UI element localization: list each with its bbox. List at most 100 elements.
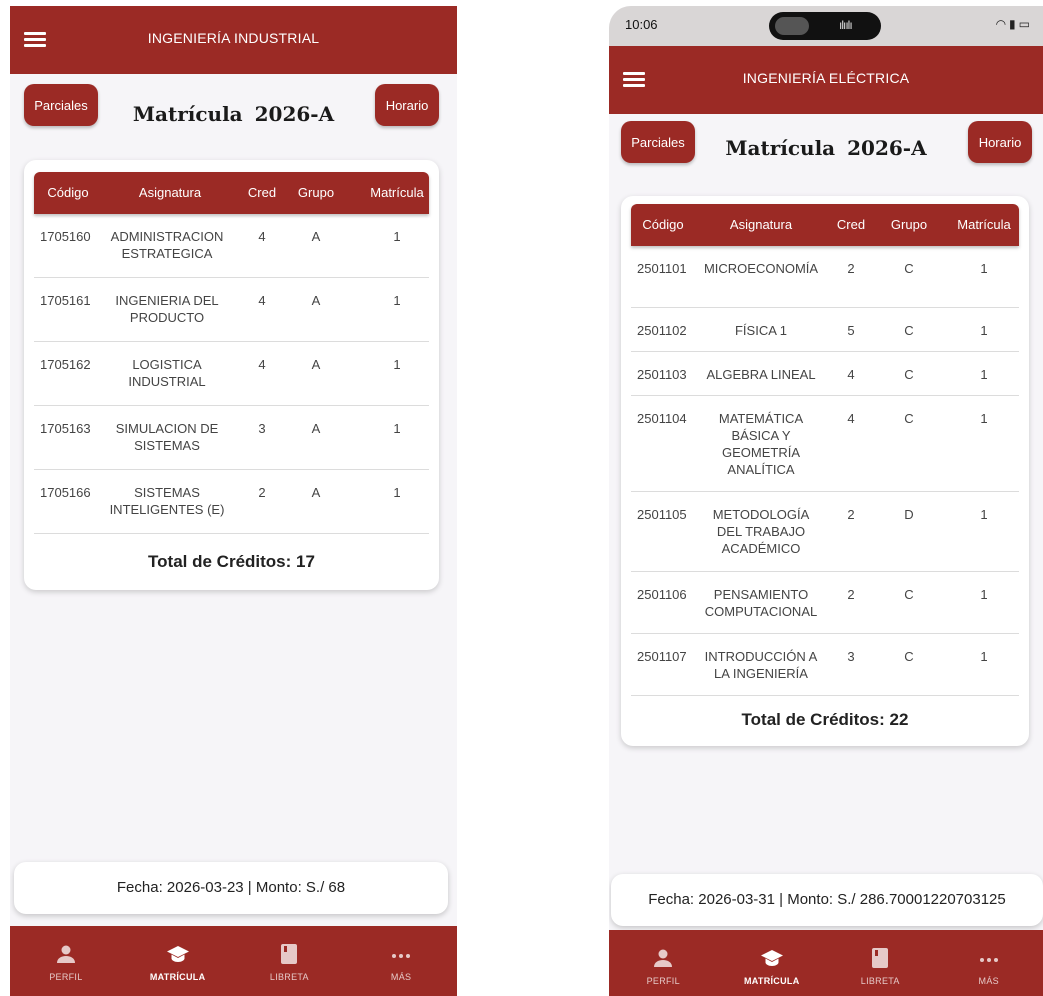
table-row: 2501104 MATEMÁTICA BÁSICA Y GEOMETRÍA AN… <box>631 396 1019 492</box>
table-row: 1705163 SIMULACION DE SISTEMAS 3 A 1 <box>34 406 429 470</box>
status-time: 10:06 <box>625 17 658 32</box>
graduation-cap-icon <box>760 950 783 966</box>
cell-matricula: 1 <box>980 367 988 382</box>
cell-codigo: 2501107 <box>637 649 687 664</box>
book-icon <box>872 948 889 968</box>
phone-screen-industrial: INGENIERÍA INDUSTRIAL Parciales Matrícul… <box>10 6 457 996</box>
cell-cred: 3 <box>258 421 266 436</box>
column-header-asignatura: Asignatura <box>138 185 202 200</box>
table-row: 1705166 SISTEMAS INTELIGENTES (E) 2 A 1 <box>34 470 429 534</box>
battery-icon: ▭ <box>1018 17 1033 31</box>
cell-grupo: D <box>904 507 914 522</box>
page-title-label: Matrícula <box>725 136 836 160</box>
app-bar-title: INGENIERÍA INDUSTRIAL <box>147 30 320 46</box>
cell-matricula: 1 <box>980 261 988 276</box>
nav-label: MATRÍCULA <box>149 972 206 982</box>
cell-asignatura: MICROECONOMÍA <box>703 261 819 276</box>
cell-codigo: 1705163 <box>40 421 91 436</box>
status-bar: 10:06 ılıılı ◠▮▭ <box>609 6 1043 46</box>
cell-grupo: C <box>904 367 914 382</box>
nav-item-libreta[interactable]: LIBRETA <box>826 930 935 996</box>
cell-cred: 3 <box>847 649 855 664</box>
audio-wave-icon: ılıılı <box>839 18 853 32</box>
nav-item-libreta[interactable]: LIBRETA <box>234 926 346 996</box>
cell-cred: 5 <box>847 323 855 338</box>
column-header-codigo: Código <box>642 217 684 232</box>
cell-grupo: A <box>311 357 321 372</box>
table-row: 1705162 LOGISTICA INDUSTRIAL 4 A 1 <box>34 342 429 406</box>
cell-matricula: 1 <box>980 323 988 338</box>
notification-icon: ▮ <box>1009 17 1019 31</box>
media-thumbnail-icon <box>775 17 809 35</box>
cell-codigo: 2501101 <box>637 261 687 276</box>
nav-item-matricula[interactable]: MATRÍCULA <box>718 930 827 996</box>
column-header-matricula: Matrícula <box>370 185 424 200</box>
cell-matricula: 1 <box>393 421 401 436</box>
nav-label: PERFIL <box>646 976 680 986</box>
cell-asignatura: FÍSICA 1 <box>734 323 788 338</box>
cell-asignatura: SIMULACION DE SISTEMAS <box>115 421 219 453</box>
table-row: 2501107 INTRODUCCIÓN A LA INGENIERÍA 3 C… <box>631 634 1019 696</box>
app-bar: INGENIERÍA ELÉCTRICA <box>609 46 1043 114</box>
cell-matricula: 1 <box>980 411 988 426</box>
cell-grupo: A <box>311 229 321 244</box>
total-credits: Total de Créditos: 17 <box>148 552 315 571</box>
cell-matricula: 1 <box>393 229 401 244</box>
cell-cred: 4 <box>258 357 266 372</box>
nav-item-perfil[interactable]: PERFIL <box>10 926 122 996</box>
cell-matricula: 1 <box>393 485 401 500</box>
phone-screen-electrica: 10:06 ılıılı ◠▮▭ INGENIERÍA ELÉCTRICA Pa… <box>609 6 1043 996</box>
table-row: 2501103 ALGEBRA LINEAL 4 C 1 <box>631 352 1019 396</box>
cell-matricula: 1 <box>393 357 401 372</box>
bottom-navigation: PERFIL MATRÍCULA LIBRETA MÁS <box>609 930 1043 996</box>
cell-codigo: 2501106 <box>637 587 687 602</box>
cell-matricula: 1 <box>980 587 988 602</box>
cell-codigo: 1705160 <box>40 229 91 244</box>
table-row: 2501106 PENSAMIENTO COMPUTACIONAL 2 C 1 <box>631 572 1019 634</box>
nav-item-mas[interactable]: MÁS <box>345 926 457 996</box>
cell-matricula: 1 <box>980 649 988 664</box>
cell-cred: 2 <box>847 507 855 522</box>
cell-codigo: 2501105 <box>637 507 687 522</box>
cell-asignatura: INGENIERIA DEL PRODUCTO <box>115 293 219 325</box>
app-bar-title: INGENIERÍA ELÉCTRICA <box>742 70 910 86</box>
cell-grupo: C <box>904 411 914 426</box>
cell-matricula: 1 <box>980 507 988 522</box>
cell-cred: 4 <box>847 411 855 426</box>
nav-label: LIBRETA <box>269 972 309 982</box>
cell-grupo: C <box>904 649 914 664</box>
horario-button[interactable]: Horario <box>968 121 1032 163</box>
cell-cred: 2 <box>847 261 855 276</box>
term-label: 2026-A <box>254 102 335 126</box>
cell-asignatura: PENSAMIENTO COMPUTACIONAL <box>704 587 818 619</box>
cell-grupo: C <box>904 323 914 338</box>
cell-cred: 2 <box>258 485 266 500</box>
payment-summary: Fecha: 2026-03-23 | Monto: S./ 68 <box>14 862 448 914</box>
horario-button[interactable]: Horario <box>375 84 439 126</box>
column-header-asignatura: Asignatura <box>729 217 793 232</box>
cell-asignatura: METODOLOGÍA DEL TRABAJO ACADÉMICO <box>712 507 810 556</box>
cell-cred: 4 <box>847 367 855 382</box>
cell-matricula: 1 <box>393 293 401 308</box>
nav-item-matricula[interactable]: MATRÍCULA <box>122 926 234 996</box>
table-row: 2501102 FÍSICA 1 5 C 1 <box>631 308 1019 352</box>
column-header-cred: Cred <box>247 185 277 200</box>
nav-item-mas[interactable]: MÁS <box>935 930 1043 996</box>
table-row: 1705160 ADMINISTRACION ESTRATEGICA 4 A 1 <box>34 214 429 278</box>
column-header-codigo: Código <box>47 185 89 200</box>
dynamic-island: ılıılı <box>769 12 881 40</box>
app-bar: INGENIERÍA INDUSTRIAL <box>10 6 457 74</box>
table-header: Código Asignatura Cred Grupo Matrícula <box>34 172 429 214</box>
cell-codigo: 2501102 <box>637 323 687 338</box>
cell-asignatura: LOGISTICA INDUSTRIAL <box>128 357 206 389</box>
wifi-icon: ◠ <box>995 17 1010 31</box>
nav-label: PERFIL <box>49 972 83 982</box>
column-header-grupo: Grupo <box>890 217 928 232</box>
cell-codigo: 2501104 <box>637 411 687 426</box>
cell-cred: 2 <box>847 587 855 602</box>
nav-item-perfil[interactable]: PERFIL <box>609 930 718 996</box>
cell-cred: 4 <box>258 229 266 244</box>
person-icon <box>654 949 673 967</box>
cell-codigo: 1705161 <box>40 293 91 308</box>
cell-asignatura: MATEMÁTICA BÁSICA Y GEOMETRÍA ANALÍTICA <box>718 411 804 477</box>
